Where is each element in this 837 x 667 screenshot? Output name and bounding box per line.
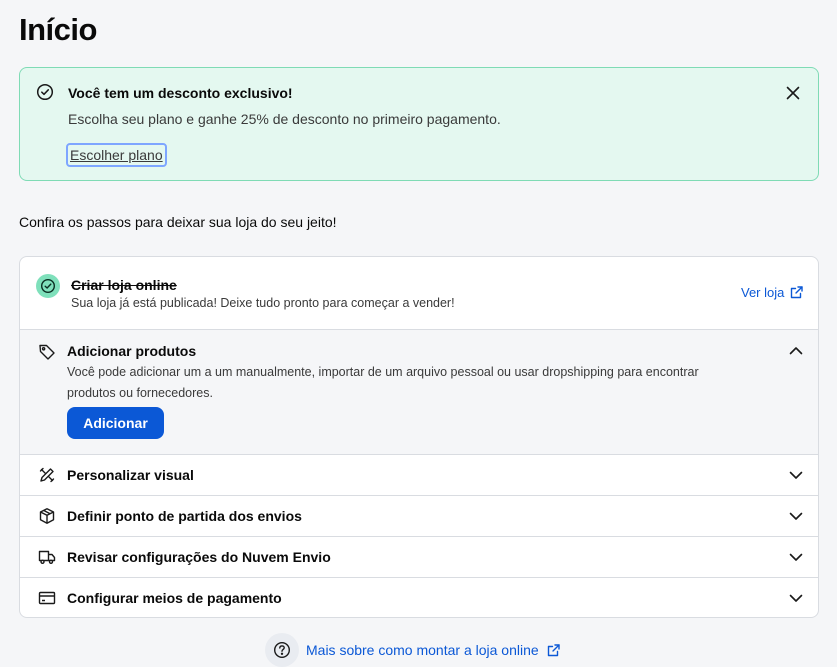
help-circle-icon <box>265 633 299 667</box>
truck-icon <box>38 548 56 566</box>
step-shipping-origin[interactable]: Definir ponto de partida dos envios <box>20 496 818 537</box>
check-circle-icon <box>36 83 54 101</box>
step-add-products: Adicionar produtos Você pode adicionar u… <box>20 330 818 455</box>
box-icon <box>38 507 56 525</box>
view-store-label: Ver loja <box>741 285 785 300</box>
step-title: Configurar meios de pagamento <box>67 590 282 606</box>
help-link[interactable]: Mais sobre como montar a loja online <box>306 642 561 658</box>
add-product-button[interactable]: Adicionar <box>67 407 164 439</box>
external-link-icon <box>547 643 560 656</box>
step-description: Você pode adicionar um a um manualmente,… <box>67 365 699 400</box>
section-intro: Confira os passos para deixar sua loja d… <box>19 214 337 230</box>
banner-text: Escolha seu plano e ganhe 25% de descont… <box>68 111 501 127</box>
external-link-icon <box>791 286 804 299</box>
check-circle-icon <box>36 274 60 298</box>
step-payment-methods[interactable]: Configurar meios de pagamento <box>20 578 818 617</box>
choose-plan-link[interactable]: Escolher plano <box>66 143 167 167</box>
step-customize-visual[interactable]: Personalizar visual <box>20 455 818 496</box>
step-description: Sua loja já está publicada! Deixe tudo p… <box>71 296 455 310</box>
chevron-down-icon[interactable] <box>788 467 804 483</box>
banner-title: Você tem um desconto exclusivo! <box>68 85 293 101</box>
step-create-store: Criar loja online Sua loja já está publi… <box>20 257 818 330</box>
credit-card-icon <box>38 589 56 607</box>
step-title: Revisar configurações do Nuvem Envio <box>67 549 331 565</box>
step-title: Adicionar produtos <box>67 343 197 359</box>
step-nuvem-envio[interactable]: Revisar configurações do Nuvem Envio <box>20 537 818 578</box>
view-store-link[interactable]: Ver loja <box>741 285 804 300</box>
chevron-down-icon[interactable] <box>788 590 804 606</box>
design-tools-icon <box>38 466 56 484</box>
chevron-down-icon[interactable] <box>788 549 804 565</box>
chevron-down-icon[interactable] <box>788 508 804 524</box>
step-title: Criar loja online <box>71 277 177 293</box>
close-icon[interactable] <box>785 85 801 101</box>
steps-card: Criar loja online Sua loja já está publi… <box>19 256 819 618</box>
step-title: Definir ponto de partida dos envios <box>67 508 302 524</box>
page-title: Início <box>19 12 97 47</box>
help-link-label: Mais sobre como montar a loja online <box>306 642 539 658</box>
step-title: Personalizar visual <box>67 467 194 483</box>
chevron-up-icon[interactable] <box>788 343 804 359</box>
discount-banner: Você tem um desconto exclusivo! Escolha … <box>19 67 819 181</box>
tag-icon <box>38 343 56 361</box>
